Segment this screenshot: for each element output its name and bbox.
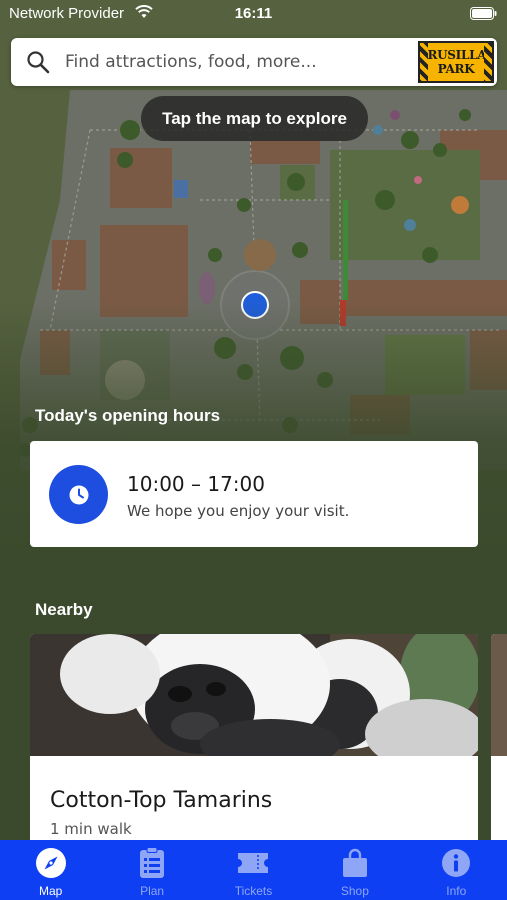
nearby-card[interactable]: Cotton-Top Tamarins 1 min walk xyxy=(30,634,478,849)
tab-tickets-label: Tickets xyxy=(234,884,273,898)
info-icon xyxy=(441,847,471,879)
tab-info[interactable]: Info xyxy=(406,840,507,900)
battery-icon xyxy=(470,7,497,24)
status-time: 16:11 xyxy=(234,5,273,22)
nearby-attraction-distance: 1 min walk xyxy=(50,820,132,838)
opening-hours-heading: Today's opening hours xyxy=(35,406,221,425)
logo-text-line2: PARK xyxy=(437,62,475,76)
logo-stripe-right xyxy=(484,43,492,81)
clock-icon xyxy=(49,465,108,524)
logo-text-line1: DRUSILLAS xyxy=(418,48,494,62)
tab-plan[interactable]: Plan xyxy=(101,840,202,900)
search-bar[interactable]: DRUSILLAS PARK xyxy=(11,38,497,86)
tab-info-label: Info xyxy=(446,884,467,898)
tab-map-label: Map xyxy=(39,884,63,898)
nearby-card-next[interactable] xyxy=(491,634,507,849)
compass-icon xyxy=(35,847,67,879)
drusillas-park-logo: DRUSILLAS PARK xyxy=(418,41,494,83)
tamarin-photo xyxy=(30,634,478,756)
nearby-heading: Nearby xyxy=(35,600,93,619)
opening-hours-card[interactable]: 10:00 – 17:00 We hope you enjoy your vis… xyxy=(30,441,478,547)
tab-plan-label: Plan xyxy=(140,884,165,898)
logo-stripe-left xyxy=(420,43,428,81)
map-hint-pill[interactable]: Tap the map to explore xyxy=(141,96,368,141)
tab-shop-label: Shop xyxy=(340,884,369,898)
tab-shop[interactable]: Shop xyxy=(304,840,405,900)
checklist-icon xyxy=(139,847,165,879)
ticket-icon xyxy=(236,847,270,879)
shopping-bag-icon xyxy=(342,847,368,879)
tab-tickets[interactable]: Tickets xyxy=(203,840,304,900)
status-bar: Network Provider 16:11 xyxy=(0,0,507,28)
nearby-attraction-name: Cotton-Top Tamarins xyxy=(50,788,273,813)
opening-hours-message: We hope you enjoy your visit. xyxy=(127,502,350,520)
tab-map[interactable]: Map xyxy=(0,840,101,900)
search-input[interactable] xyxy=(65,38,405,86)
tab-bar: Map Plan Tickets Shop Info xyxy=(0,840,507,900)
opening-hours-time: 10:00 – 17:00 xyxy=(127,472,265,496)
nearby-next-photo xyxy=(491,634,507,756)
search-icon xyxy=(26,50,50,79)
